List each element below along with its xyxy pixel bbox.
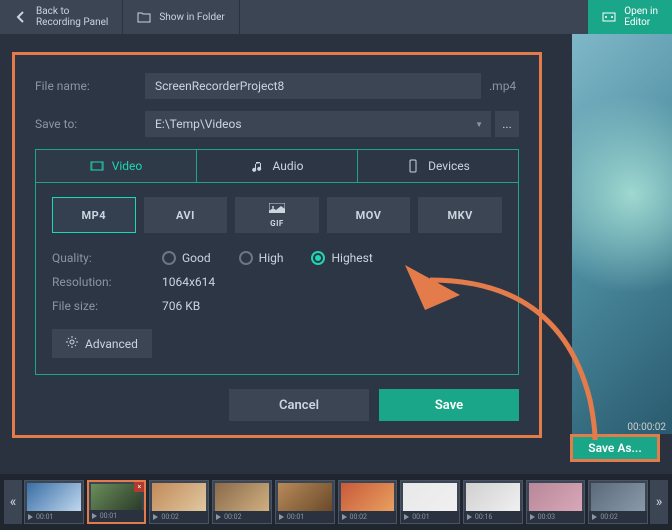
save-button[interactable]: Save (379, 389, 519, 421)
arrow-left-icon (14, 10, 28, 24)
preview-background (572, 34, 672, 434)
close-icon[interactable]: × (134, 482, 144, 492)
tab-audio[interactable]: Audio (197, 150, 358, 182)
thumb-prev[interactable]: « (4, 480, 22, 524)
play-icon (404, 514, 409, 520)
advanced-button[interactable]: Advanced (52, 329, 152, 358)
thumbnail[interactable]: 00:02 (212, 480, 272, 524)
resolution-label: Resolution: (52, 275, 162, 289)
format-list: MP4 AVI GIF MOV MKV (52, 197, 502, 233)
quality-good[interactable]: Good (162, 251, 211, 265)
show-folder-button[interactable]: Show in Folder (123, 0, 239, 34)
thumb-next[interactable]: » (650, 480, 668, 524)
play-icon (216, 514, 221, 520)
filesize-value: 706 KB (162, 299, 200, 313)
thumbnail[interactable]: 00:02 (149, 480, 209, 524)
thumbnail[interactable]: 00:03 (526, 480, 586, 524)
filename-ext: .mp4 (489, 79, 519, 93)
play-icon (467, 514, 472, 520)
show-folder-label: Show in Folder (159, 12, 224, 23)
thumb-time: 00:03 (538, 513, 555, 521)
resolution-value: 1064x614 (162, 275, 215, 289)
video-icon (90, 159, 104, 173)
filesize-label: File size: (52, 299, 162, 313)
quality-radios: Good High Highest (162, 251, 373, 265)
thumbnail[interactable]: 00:01 (24, 480, 84, 524)
gear-icon (66, 336, 78, 351)
thumbnails: 00:01 × 00:01 00:02 00:02 00:01 00:02 00:01 00:1… (24, 480, 648, 524)
back-label: Back to Recording Panel (36, 6, 108, 28)
format-mkv[interactable]: MKV (418, 197, 502, 233)
time-current: 00:00:02 (627, 422, 666, 433)
play-icon (279, 514, 284, 520)
thumbnail[interactable]: × 00:01 (87, 480, 147, 524)
save-as-button[interactable]: Save As... (570, 434, 660, 462)
quality-high[interactable]: High (239, 251, 284, 265)
saveto-label: Save to: (35, 117, 145, 131)
quality-label: Quality: (52, 251, 162, 265)
open-editor-label: Open in Editor (624, 6, 658, 28)
play-icon (153, 514, 158, 520)
thumb-time: 00:02 (350, 513, 367, 521)
thumbnail[interactable]: 00:01 (400, 480, 460, 524)
play-icon (28, 514, 33, 520)
thumbnail[interactable]: 00:01 (275, 480, 335, 524)
thumb-time: 00:02 (224, 513, 241, 521)
thumbnail-bar: « 00:01×00:0100:0200:0200:0100:0200:0100… (0, 474, 672, 530)
format-avi[interactable]: AVI (144, 197, 228, 233)
thumb-time: 00:01 (287, 513, 304, 521)
thumb-time: 00:01 (100, 512, 117, 520)
play-icon (342, 514, 347, 520)
thumbnail[interactable]: 00:02 (588, 480, 648, 524)
format-gif[interactable]: GIF (235, 197, 319, 233)
thumbnail[interactable]: 00:02 (338, 480, 398, 524)
thumb-time: 00:02 (161, 513, 178, 521)
saveto-combo[interactable]: E:\Temp\Videos (145, 111, 491, 137)
thumb-time: 00:02 (600, 513, 617, 521)
back-button[interactable]: Back to Recording Panel (0, 0, 123, 34)
thumb-time: 00:01 (36, 513, 53, 521)
browse-button[interactable]: ... (495, 111, 519, 137)
play-icon (530, 514, 535, 520)
device-icon (406, 159, 420, 173)
play-icon (592, 514, 597, 520)
format-mp4[interactable]: MP4 (52, 197, 136, 233)
editor-icon (602, 10, 616, 24)
cancel-button[interactable]: Cancel (229, 389, 369, 421)
thumb-time: 00:01 (412, 513, 429, 521)
tab-video[interactable]: Video (36, 150, 197, 182)
top-bar: Back to Recording Panel Show in Folder O… (0, 0, 672, 34)
tab-devices[interactable]: Devices (358, 150, 518, 182)
thumb-time: 00:16 (475, 513, 492, 521)
format-tabs: Video Audio Devices (35, 149, 519, 183)
music-icon (251, 159, 265, 173)
format-mov[interactable]: MOV (327, 197, 411, 233)
video-panel: MP4 AVI GIF MOV MKV Quality: Good High H… (35, 183, 519, 375)
play-icon (92, 513, 97, 519)
thumbnail[interactable]: 00:16 (463, 480, 523, 524)
filename-input[interactable] (145, 73, 481, 99)
save-dialog: File name: .mp4 Save to: E:\Temp\Videos … (12, 52, 542, 438)
open-editor-button[interactable]: Open in Editor (588, 0, 672, 34)
folder-icon (137, 10, 151, 24)
quality-highest[interactable]: Highest (311, 251, 372, 265)
filename-label: File name: (35, 79, 145, 93)
